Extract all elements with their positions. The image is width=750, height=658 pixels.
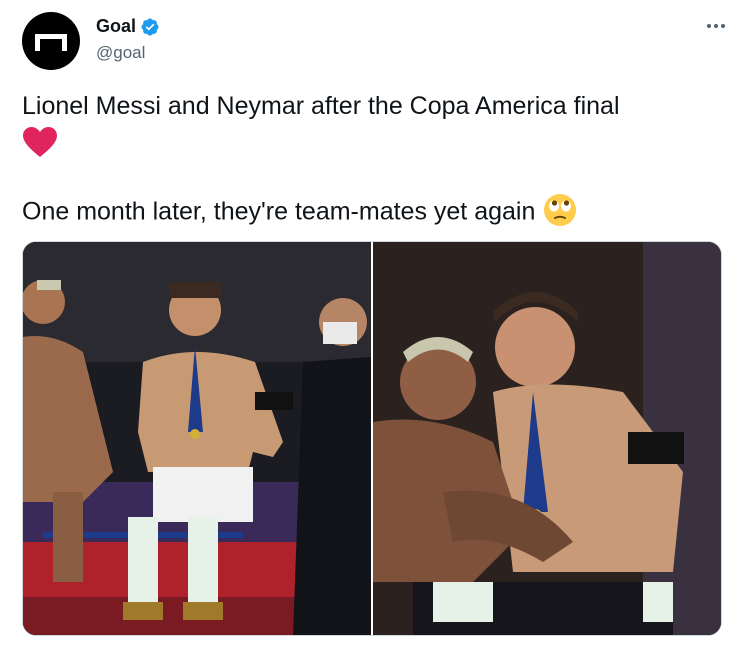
verified-badge-icon — [141, 17, 159, 36]
photo-neymar-leaning-on-messi[interactable] — [373, 242, 721, 635]
avatar[interactable] — [22, 12, 80, 70]
author-name-row[interactable]: Goal — [96, 16, 160, 37]
photo-messi-neymar-seated-stairs[interactable] — [23, 242, 371, 635]
goal-logo-icon — [35, 34, 67, 51]
author-handle[interactable]: @goal — [96, 43, 145, 63]
tweet-text-line-1: Lionel Messi and Neymar after the Copa A… — [22, 92, 620, 120]
tweet-media-grid[interactable] — [22, 241, 722, 636]
tweet-text-line-2: One month later, they're team-mates yet … — [22, 194, 577, 230]
heart-emoji-icon — [23, 127, 57, 157]
photo-left-illustration — [23, 242, 371, 635]
author-display-name[interactable]: Goal — [96, 16, 136, 37]
more-options-icon[interactable] — [702, 14, 730, 38]
tweet-card: Goal @goal Lionel Messi and Neymar after… — [0, 0, 750, 658]
tweet-text-line-2-text: One month later, they're team-mates yet … — [22, 197, 536, 226]
photo-right-illustration — [373, 242, 721, 635]
rolling-eyes-emoji-icon — [544, 194, 577, 226]
